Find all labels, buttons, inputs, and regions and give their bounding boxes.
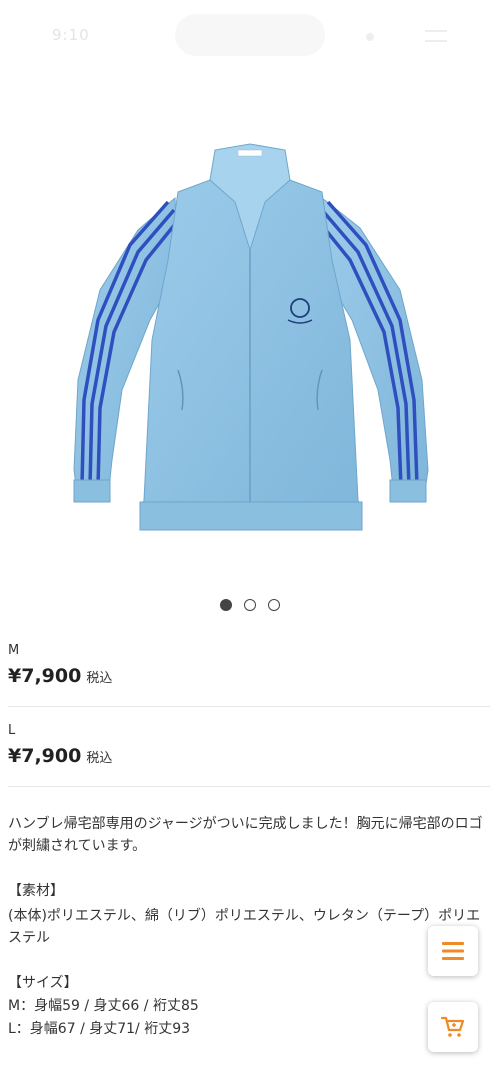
status-time: 9:10 xyxy=(52,26,90,44)
carousel-dot-2[interactable] xyxy=(243,599,256,611)
variant-price: ¥7,900 税込 xyxy=(8,745,490,767)
menu-button[interactable] xyxy=(428,926,478,976)
variant-size-label: M xyxy=(8,643,20,658)
variant-m[interactable]: M ¥7,900 税込 xyxy=(8,643,490,687)
product-description: ハンブレ帰宅部専用のジャージがついに完成しました！胸元に帰宅部のロゴが刺繍されて… xyxy=(8,816,483,854)
variant-size-label: L xyxy=(8,723,16,738)
price-value: ¥7,900 xyxy=(8,665,82,687)
size-l-spec: L：身幅67 / 身丈71/ 裄丈93 xyxy=(8,1021,191,1037)
carousel-dot-1[interactable] xyxy=(219,599,232,611)
variant-l[interactable]: L ¥7,900 税込 xyxy=(8,723,490,767)
cart-button[interactable] xyxy=(428,1002,478,1052)
carousel-dot-3[interactable] xyxy=(267,599,280,611)
header-indicator xyxy=(366,33,374,41)
tax-label: 税込 xyxy=(86,751,113,766)
divider xyxy=(8,706,490,707)
size-heading: 【サイズ】 xyxy=(8,975,78,991)
product-image[interactable] xyxy=(60,140,440,550)
tax-label: 税込 xyxy=(86,671,113,686)
header-menu-icon[interactable] xyxy=(425,30,447,42)
browser-header: 9:10 xyxy=(0,0,499,70)
price-value: ¥7,900 xyxy=(8,745,82,767)
divider xyxy=(8,786,490,787)
image-carousel-indicator xyxy=(0,599,499,615)
size-m-spec: M：身幅59 / 身丈66 / 裄丈85 xyxy=(8,998,199,1014)
hamburger-menu-icon xyxy=(442,942,464,960)
cart-icon xyxy=(441,1016,465,1037)
variant-price: ¥7,900 税込 xyxy=(8,665,490,687)
url-bar[interactable] xyxy=(175,14,325,56)
material-heading: 【素材】 xyxy=(8,883,64,899)
material-text: (本体)ポリエステル、綿（リブ）ポリエステル、ウレタン（テープ）ポリエステル xyxy=(8,908,481,946)
